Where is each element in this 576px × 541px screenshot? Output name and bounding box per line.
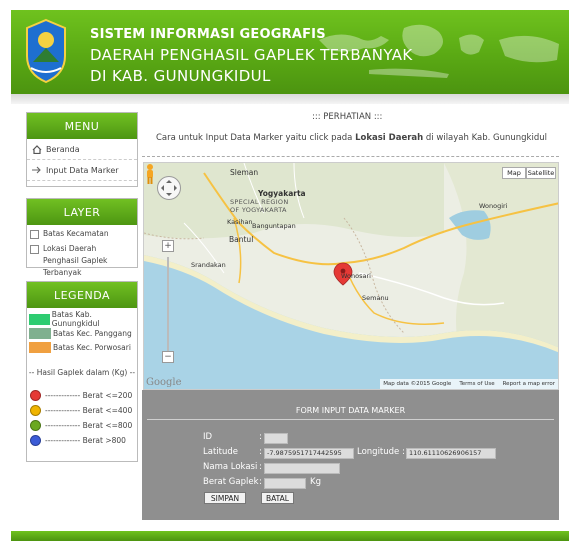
map-label-bantul: Bantul [229, 235, 254, 244]
layer-panel-title: LAYER [27, 199, 137, 225]
legend-label: Batas Kec. Porwosari [53, 342, 131, 352]
latitude-label: Latitude [203, 447, 238, 457]
yellow-marker-icon [30, 405, 41, 416]
site-footer [11, 531, 569, 541]
header-title-sub: DAERAH PENGHASIL GAPLEK TERBANYAK [90, 46, 413, 64]
instruction-text: Cara untuk Input Data Marker yaitu click… [156, 133, 547, 143]
legend-hasil-heading: -- Hasil Gaplek dalam (Kg) -- [28, 368, 136, 377]
google-map[interactable]: Map Satellite Sleman SPECIAL REGION OF Y… [143, 162, 559, 390]
map-label-wonogiri: Wonogiri [479, 202, 508, 210]
map-label-special-region: SPECIAL REGION [230, 198, 289, 206]
map-attribution-bar: Map data ©2015 Google Terms of Use Repor… [380, 379, 558, 389]
latitude-input[interactable]: -7.9875951717442595 [264, 448, 354, 459]
berat-unit-label: Kg [310, 477, 321, 487]
batal-button[interactable]: BATAL [261, 492, 294, 504]
legend-berat-400: ------------- Berat <=400 [27, 403, 137, 418]
map-label-kasihan: Kasihan [227, 218, 253, 226]
zoom-out-button[interactable]: − [162, 351, 174, 363]
header-title-region: DI KAB. GUNUNGKIDUL [90, 67, 271, 85]
layer-item-lokasi-daerah: Lokasi Daerah Penghasil Gaplek Terbanyak [27, 240, 137, 279]
report-map-error-link[interactable]: Report a map error [503, 381, 555, 387]
layer-item-label: Batas Kecamatan [43, 229, 109, 238]
site-header: SISTEM INFORMASI GEOGRAFIS DAERAH PENGHA… [11, 10, 569, 94]
zoom-slider-track[interactable] [167, 257, 169, 357]
map-type-map-button[interactable]: Map [502, 167, 526, 179]
berat-gaplek-input[interactable] [264, 478, 306, 489]
legend-berat-over-800: ------------- Berat >800 [27, 433, 137, 448]
map-label-yogyakarta: Yogyakarta [258, 189, 306, 198]
nama-lokasi-label: Nama Lokasi [203, 462, 258, 472]
legenda-panel-title: LEGENDA [27, 282, 137, 308]
legend-label: ------------- Berat <=800 [45, 421, 133, 430]
form-input-data-marker: FORM INPUT DATA MARKER ID : Latitude : -… [142, 390, 559, 520]
legend-swatch [29, 313, 50, 325]
menu-panel: MENU Beranda Input Data Marker [26, 112, 138, 187]
legend-label: ------------- Berat <=400 [45, 406, 133, 415]
longitude-input[interactable]: 110.61110626906157 [406, 448, 496, 459]
id-colon: : [259, 432, 262, 442]
legend-label: ------------- Berat <=200 [45, 391, 133, 400]
google-logo: Google [146, 377, 182, 388]
nama-lokasi-input[interactable] [264, 463, 340, 474]
legend-berat-800: ------------- Berat <=800 [27, 418, 137, 433]
menu-item-label: Beranda [46, 144, 80, 154]
map-label-banguntapan: Banguntapan [252, 222, 296, 230]
id-label: ID [203, 432, 213, 442]
green-marker-icon [30, 420, 41, 431]
instruction-text-bold: Lokasi Daerah [355, 133, 424, 143]
arrow-right-icon [31, 165, 42, 175]
menu-item-beranda[interactable]: Beranda [27, 139, 137, 160]
legend-label: ------------- Berat >800 [45, 436, 126, 445]
legend-swatch [29, 327, 51, 339]
blue-marker-icon [30, 435, 41, 446]
map-pan-control[interactable] [157, 176, 181, 200]
pan-arrows-icon [161, 180, 177, 196]
map-label-of-yogyakarta: OF YOGYAKARTA [230, 206, 287, 214]
legend-swatch [29, 341, 51, 353]
latitude-colon: : [259, 447, 262, 457]
instruction-text-post: di wilayah Kab. Gunungkidul [423, 133, 547, 143]
legend-item-kab-gunungkidul: Batas Kab. Gunungkidul [27, 310, 137, 328]
menu-item-label: Input Data Marker [46, 165, 119, 175]
map-label-semanu: Semanu [362, 294, 389, 302]
legend-item-kec-porwosari: Batas Kec. Porwosari [27, 340, 137, 354]
perhatian-heading: ::: PERHATIAN ::: [312, 112, 383, 122]
header-title-main: SISTEM INFORMASI GEOGRAFIS [90, 27, 326, 42]
id-input[interactable] [264, 433, 288, 444]
legend-label: Batas Kec. Panggang [53, 328, 132, 338]
legend-berat-200: ------------- Berat <=200 [27, 388, 137, 403]
berat-gaplek-colon: : [259, 477, 262, 487]
home-icon [31, 144, 42, 154]
berat-gaplek-label: Berat Gaplek [203, 477, 259, 487]
map-type-satellite-button[interactable]: Satellite [526, 167, 556, 179]
map-data-copyright: Map data ©2015 Google [383, 381, 452, 387]
form-title-divider [147, 419, 554, 420]
gunungkidul-emblem-icon [26, 18, 66, 84]
longitude-label: Longitude [357, 447, 400, 457]
longitude-colon: : [402, 447, 405, 457]
street-view-pegman-icon[interactable] [144, 163, 156, 185]
terms-of-use-link[interactable]: Terms of Use [459, 381, 494, 387]
legend-item-kec-panggang: Batas Kec. Panggang [27, 326, 137, 340]
dashed-divider [142, 156, 559, 157]
zoom-in-button[interactable]: + [162, 240, 174, 252]
legend-label: Batas Kab. Gunungkidul [51, 310, 100, 328]
legenda-panel: LEGENDA Batas Kab. Gunungkidul Batas Kec… [26, 281, 138, 462]
header-shadow [11, 94, 569, 104]
form-title: FORM INPUT DATA MARKER [295, 406, 406, 415]
simpan-button[interactable]: SIMPAN [204, 492, 246, 504]
layer-item-label: Lokasi Daerah Penghasil Gaplek Terbanyak [43, 244, 108, 277]
menu-item-input-data-marker[interactable]: Input Data Marker [27, 160, 137, 181]
map-label-srandakan: Srandakan [191, 261, 226, 269]
nama-lokasi-colon: : [259, 462, 262, 472]
menu-panel-title: MENU [27, 113, 137, 139]
layer-checkbox-lokasi-daerah[interactable] [30, 245, 39, 254]
map-label-wonosari: Wonosari [341, 272, 371, 280]
layer-item-batas-kecamatan: Batas Kecamatan [27, 225, 137, 240]
layer-panel: LAYER Batas Kecamatan Lokasi Daerah Peng… [26, 198, 138, 277]
red-marker-icon [30, 390, 41, 401]
layer-checkbox-batas-kecamatan[interactable] [30, 230, 39, 239]
map-label-sleman: Sleman [230, 168, 259, 177]
instruction-text-pre: Cara untuk Input Data Marker yaitu click… [156, 133, 356, 143]
